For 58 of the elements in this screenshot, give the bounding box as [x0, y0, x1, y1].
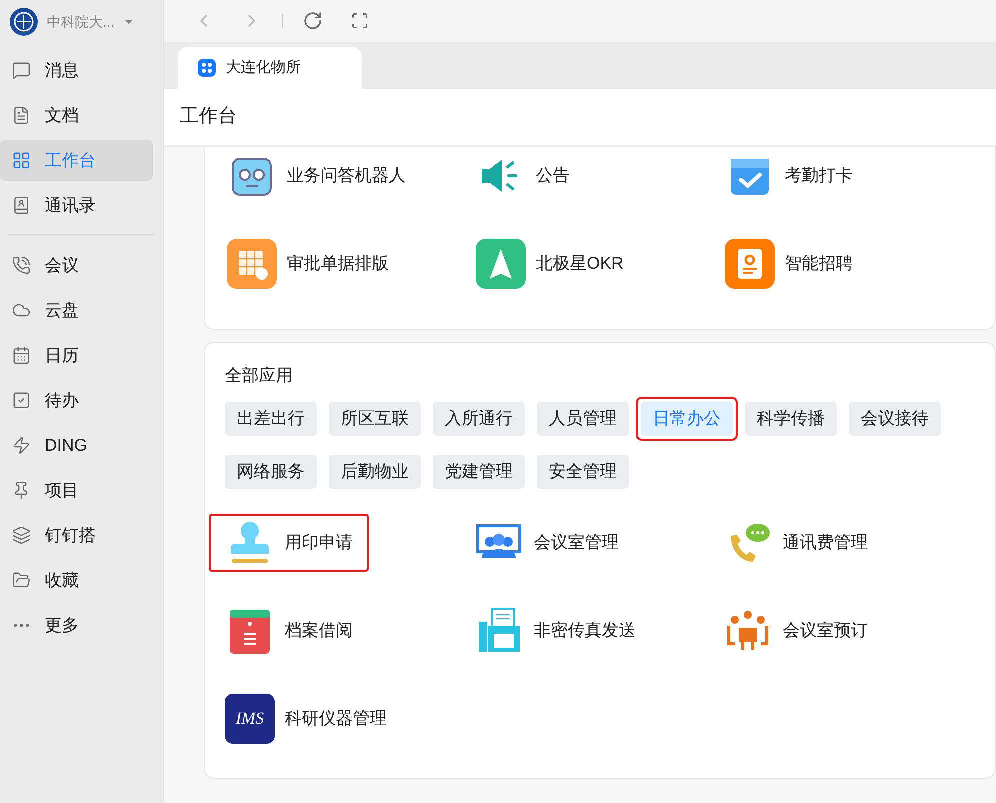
logo-icon: IMS: [225, 694, 275, 744]
app-item[interactable]: 会议室管理: [458, 514, 635, 572]
category-tag[interactable]: 出差出行: [225, 402, 317, 436]
more-icon: [12, 624, 31, 628]
category-tag[interactable]: 日常办公: [641, 402, 733, 436]
grid-app-icon: [198, 59, 216, 77]
spreadsheet-icon: [227, 239, 277, 289]
sidebar-item[interactable]: 文档: [0, 95, 153, 136]
app-item[interactable]: 业务问答机器人: [211, 147, 422, 205]
category-tag[interactable]: 人员管理: [537, 402, 629, 436]
sidebar-item[interactable]: 收藏: [0, 560, 153, 601]
folder-icon: [12, 571, 31, 590]
fullscreen-icon[interactable]: [351, 12, 369, 30]
app-item[interactable]: 非密传真发送: [458, 602, 652, 660]
sidebar-item[interactable]: 钉钉搭: [0, 515, 153, 556]
lightning-icon: [12, 436, 31, 455]
app-item[interactable]: 档案借阅: [209, 602, 369, 660]
sidebar-item[interactable]: 项目: [0, 470, 153, 511]
app-item[interactable]: 北极星OKR: [460, 235, 640, 293]
category-tag[interactable]: 网络服务: [225, 454, 317, 488]
layers-icon: [12, 526, 31, 545]
contact-book-icon: [12, 196, 31, 215]
checkbox-icon: [12, 391, 31, 410]
app-item[interactable]: 智能招聘: [709, 235, 869, 293]
page-title: 工作台: [180, 104, 237, 129]
category-tag[interactable]: 党建管理: [433, 454, 525, 488]
refresh-icon[interactable]: [303, 11, 323, 31]
category-tag[interactable]: 后勤物业: [329, 454, 421, 488]
app-item[interactable]: IMS 科研仪器管理: [209, 690, 403, 748]
sidebar-item[interactable]: 更多: [0, 605, 153, 646]
app-item[interactable]: 通讯费管理: [707, 514, 884, 572]
sidebar-item[interactable]: 通讯录: [0, 185, 153, 226]
category-tag[interactable]: 会议接待: [849, 402, 941, 436]
organization-logo: [9, 7, 39, 37]
sidebar-item[interactable]: DING: [0, 425, 153, 466]
category-tag[interactable]: 科学传播: [745, 402, 837, 436]
app-item[interactable]: 考勤打卡: [709, 147, 869, 205]
sidebar-item[interactable]: 会议: [0, 245, 153, 286]
app-item[interactable]: 用印申请: [209, 514, 369, 572]
sidebar-item[interactable]: 待办: [0, 380, 153, 421]
chat-bubble-icon: [12, 61, 31, 80]
category-tag[interactable]: 所区互联: [329, 402, 421, 436]
sidebar-item[interactable]: 云盘: [0, 290, 153, 331]
sidebar-item[interactable]: 消息: [0, 50, 153, 91]
section-title: 全部应用: [225, 365, 294, 387]
app-item[interactable]: 会议室预订: [707, 602, 884, 660]
category-tag[interactable]: 安全管理: [537, 454, 629, 488]
document-icon: [12, 106, 31, 125]
category-tag[interactable]: 入所通行: [433, 402, 525, 436]
resume-card-icon: [725, 239, 775, 289]
calendar-icon: [12, 346, 31, 365]
grid-icon: [12, 151, 31, 170]
sidebar-item[interactable]: 日历: [0, 335, 153, 376]
app-item[interactable]: 审批单据排版: [211, 235, 405, 293]
phone-icon: [12, 256, 31, 275]
app-item[interactable]: 公告: [460, 147, 586, 205]
browser-tab[interactable]: 大连化物所: [178, 47, 362, 89]
arrow-up-icon: [476, 239, 526, 289]
